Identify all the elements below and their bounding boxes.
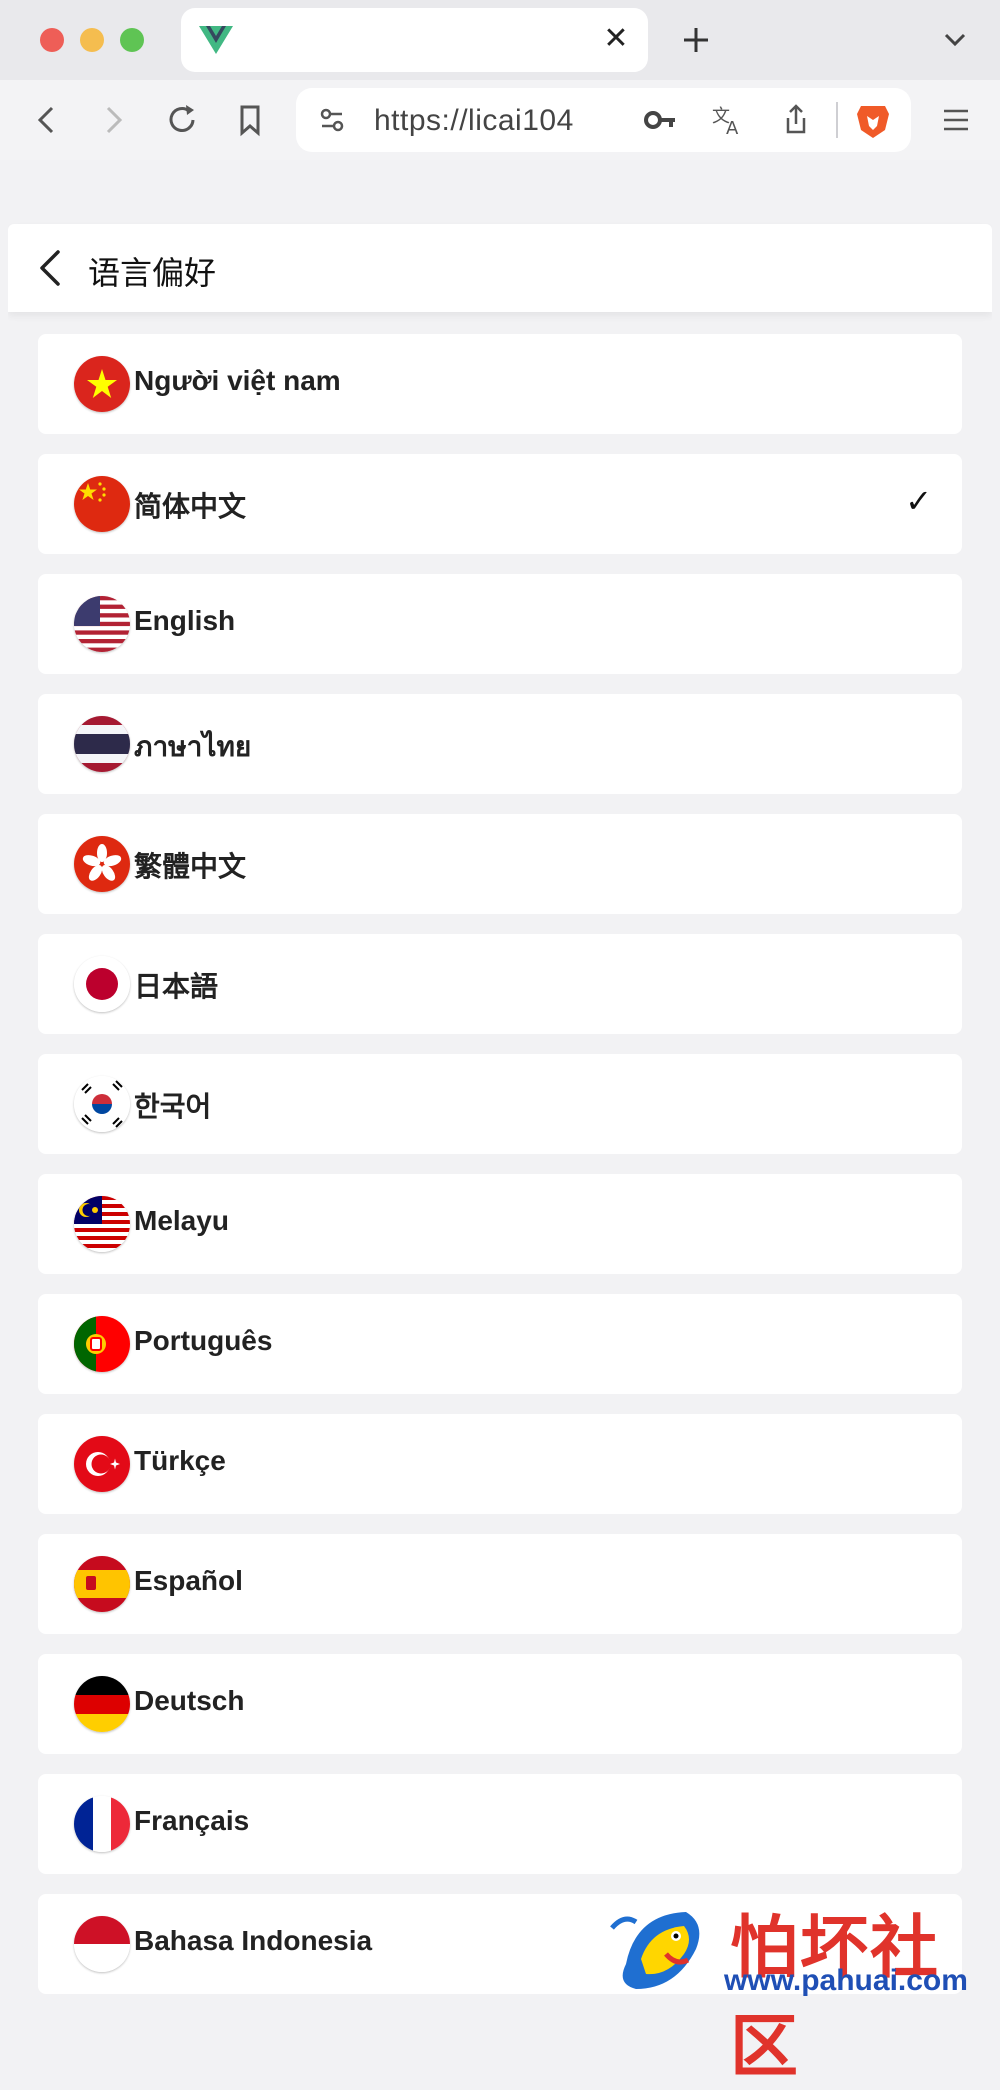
site-settings-icon[interactable]: [310, 98, 354, 142]
language-item[interactable]: 한국어: [38, 1054, 962, 1154]
language-item[interactable]: Türkçe: [38, 1414, 962, 1514]
reload-icon[interactable]: [160, 98, 204, 142]
share-icon[interactable]: [774, 98, 818, 142]
language-label: Bahasa Indonesia: [134, 1925, 373, 1956]
chevron-down-icon[interactable]: [938, 26, 972, 54]
hamburger-menu-icon[interactable]: [934, 98, 978, 142]
browser-tab[interactable]: ✕: [181, 8, 648, 72]
language-label: Español: [134, 1565, 243, 1596]
address-bar[interactable]: https://licai104 文 A: [296, 88, 911, 152]
browser-tab-bar: ✕: [0, 0, 1000, 80]
language-label: 简体中文: [134, 491, 247, 522]
language-list: Người việt nam 简体中文 ✓ English ภาษาไทย 繁體…: [38, 334, 962, 2004]
es-flag-icon: [74, 1556, 130, 1612]
forward-arrow-icon[interactable]: [92, 98, 136, 142]
language-label: Melayu: [134, 1205, 229, 1236]
language-label: 日本語: [134, 971, 219, 1002]
window-minimize-button[interactable]: [80, 28, 104, 52]
language-label: ภาษาไทย: [134, 731, 252, 762]
svg-text:A: A: [726, 118, 739, 139]
vue-favicon-icon: [199, 26, 233, 54]
watermark: 怕坏社区 www.pahuai.com: [606, 1894, 1000, 2087]
language-label: Türkçe: [134, 1445, 226, 1476]
url-separator: [836, 102, 838, 138]
language-item[interactable]: Español: [38, 1534, 962, 1634]
id-flag-icon: [74, 1916, 130, 1972]
bookmark-icon[interactable]: [228, 98, 272, 142]
th-flag-icon: [74, 716, 130, 772]
language-item[interactable]: ภาษาไทย: [38, 694, 962, 794]
hk-flag-icon: [74, 836, 130, 892]
checkmark-icon: ✓: [905, 483, 932, 519]
app-viewport: 语言偏好 Người việt nam 简体中文 ✓ English ภาษาไ…: [8, 160, 992, 2004]
key-icon[interactable]: [638, 98, 682, 142]
fish-logo-icon: [610, 1912, 700, 1989]
language-item[interactable]: English: [38, 574, 962, 674]
watermark-url: www.pahuai.com: [724, 1964, 968, 1997]
url-text[interactable]: https://licai104: [374, 104, 574, 138]
language-label: Português: [134, 1325, 273, 1356]
language-item[interactable]: Người việt nam: [38, 334, 962, 434]
language-item[interactable]: 日本語: [38, 934, 962, 1034]
cn-flag-icon: [74, 476, 130, 532]
back-arrow-icon[interactable]: [24, 98, 68, 142]
vn-flag-icon: [74, 356, 130, 412]
language-label: Français: [134, 1805, 250, 1836]
window-zoom-button[interactable]: [120, 28, 144, 52]
page-title: 语言偏好: [88, 255, 217, 291]
language-item[interactable]: Français: [38, 1774, 962, 1874]
pt-flag-icon: [74, 1316, 130, 1372]
brave-lion-icon[interactable]: [851, 98, 895, 142]
de-flag-icon: [74, 1676, 130, 1732]
us-flag-icon: [74, 596, 130, 652]
language-item[interactable]: 繁體中文: [38, 814, 962, 914]
language-label: 한국어: [134, 1091, 212, 1122]
close-tab-button[interactable]: ✕: [600, 22, 632, 56]
fr-flag-icon: [74, 1796, 130, 1852]
translate-icon[interactable]: 文 A: [706, 98, 750, 142]
kr-flag-icon: [74, 1076, 130, 1132]
back-button[interactable]: [28, 244, 76, 292]
language-item-selected[interactable]: 简体中文 ✓: [38, 454, 962, 554]
plus-icon: [684, 28, 708, 52]
language-item[interactable]: Português: [38, 1294, 962, 1394]
new-tab-button[interactable]: [676, 18, 716, 62]
language-label: Người việt nam: [134, 365, 341, 396]
language-label: 繁體中文: [134, 851, 247, 882]
jp-flag-icon: [74, 956, 130, 1012]
my-flag-icon: [74, 1196, 130, 1252]
page-header: 语言偏好: [8, 224, 992, 312]
tr-flag-icon: [74, 1436, 130, 1492]
language-item[interactable]: Deutsch: [38, 1654, 962, 1754]
window-close-button[interactable]: [40, 28, 64, 52]
browser-toolbar: https://licai104 文 A: [0, 80, 1000, 160]
language-label: English: [134, 605, 236, 636]
language-item[interactable]: Melayu: [38, 1174, 962, 1274]
language-label: Deutsch: [134, 1685, 245, 1716]
